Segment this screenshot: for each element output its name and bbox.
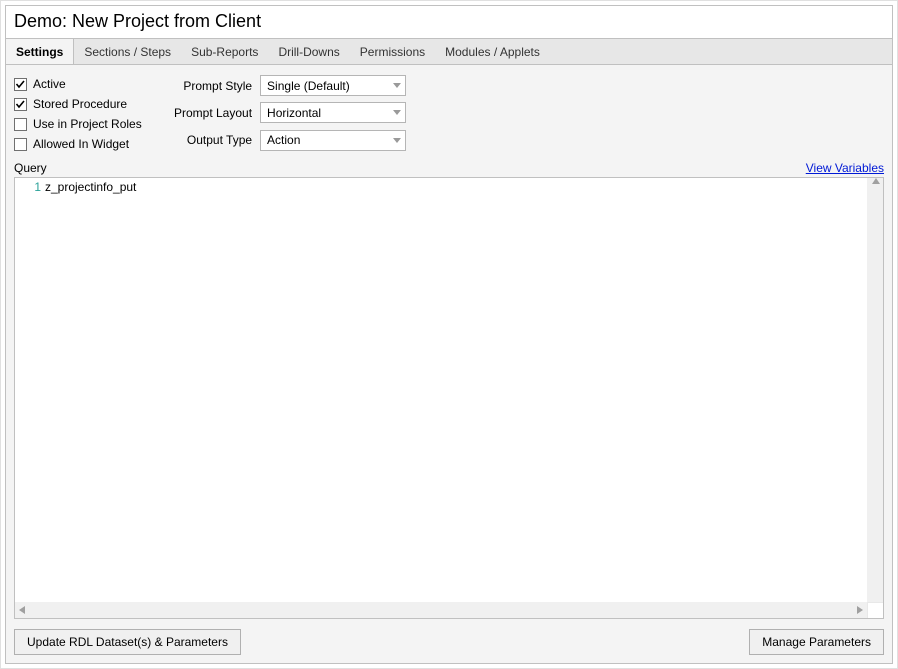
- scroll-right-arrow-icon: [857, 606, 863, 614]
- form-row: Active Stored Procedure Use in Project R…: [14, 73, 884, 151]
- query-label: Query: [14, 161, 47, 175]
- prompt-style-select[interactable]: Single (Default): [260, 75, 406, 96]
- stored-procedure-checkbox[interactable]: [14, 98, 27, 111]
- horizontal-scrollbar[interactable]: [15, 602, 867, 618]
- checkbox-row-active: Active: [14, 77, 174, 91]
- checkbox-row-use-in-project-roles: Use in Project Roles: [14, 117, 174, 131]
- active-label: Active: [33, 77, 66, 91]
- active-checkbox[interactable]: [14, 78, 27, 91]
- manage-parameters-button[interactable]: Manage Parameters: [749, 629, 884, 655]
- tab-settings[interactable]: Settings: [6, 39, 74, 64]
- tab-sub-reports[interactable]: Sub-Reports: [181, 39, 268, 64]
- prompt-layout-value: Horizontal: [267, 106, 321, 120]
- prompt-layout-select[interactable]: Horizontal: [260, 102, 406, 123]
- output-type-select[interactable]: Action: [260, 130, 406, 151]
- output-type-value: Action: [267, 133, 300, 147]
- scroll-left-arrow-icon: [19, 606, 25, 614]
- chevron-down-icon: [393, 83, 401, 88]
- query-code[interactable]: z_projectinfo_put: [45, 180, 879, 616]
- allowed-in-widget-checkbox[interactable]: [14, 138, 27, 151]
- tab-sections-steps[interactable]: Sections / Steps: [74, 39, 181, 64]
- stored-procedure-label: Stored Procedure: [33, 97, 127, 111]
- tab-drill-downs[interactable]: Drill-Downs: [268, 39, 349, 64]
- scroll-up-arrow-icon: [872, 178, 880, 184]
- query-header: Query View Variables: [14, 161, 884, 175]
- output-type-label: Output Type: [174, 133, 252, 147]
- footer: Update RDL Dataset(s) & Parameters Manag…: [14, 629, 884, 655]
- selects-column: Prompt Style Single (Default) Prompt Lay…: [174, 73, 406, 151]
- checkbox-row-allowed-in-widget: Allowed In Widget: [14, 137, 174, 151]
- title-box: Demo: New Project from Client: [5, 5, 893, 39]
- prompt-layout-label: Prompt Layout: [174, 106, 252, 120]
- use-in-project-roles-checkbox[interactable]: [14, 118, 27, 131]
- chevron-down-icon: [393, 138, 401, 143]
- tabbar: Settings Sections / Steps Sub-Reports Dr…: [5, 39, 893, 65]
- update-rdl-button[interactable]: Update RDL Dataset(s) & Parameters: [14, 629, 241, 655]
- line-number: 1: [19, 180, 45, 616]
- tab-permissions[interactable]: Permissions: [350, 39, 435, 64]
- use-in-project-roles-label: Use in Project Roles: [33, 117, 142, 131]
- settings-panel: Active Stored Procedure Use in Project R…: [5, 65, 893, 664]
- page-title: Demo: New Project from Client: [14, 11, 261, 31]
- prompt-style-label: Prompt Style: [174, 79, 252, 93]
- prompt-style-value: Single (Default): [267, 79, 350, 93]
- allowed-in-widget-label: Allowed In Widget: [33, 137, 129, 151]
- tab-modules-applets[interactable]: Modules / Applets: [435, 39, 550, 64]
- scroll-corner: [867, 602, 883, 618]
- checkbox-row-stored-procedure: Stored Procedure: [14, 97, 174, 111]
- vertical-scrollbar[interactable]: [867, 178, 883, 602]
- query-editor[interactable]: 1 z_projectinfo_put: [14, 177, 884, 619]
- chevron-down-icon: [393, 110, 401, 115]
- checkbox-column: Active Stored Procedure Use in Project R…: [14, 73, 174, 151]
- editor-content[interactable]: 1 z_projectinfo_put: [15, 178, 883, 618]
- view-variables-link[interactable]: View Variables: [806, 161, 884, 175]
